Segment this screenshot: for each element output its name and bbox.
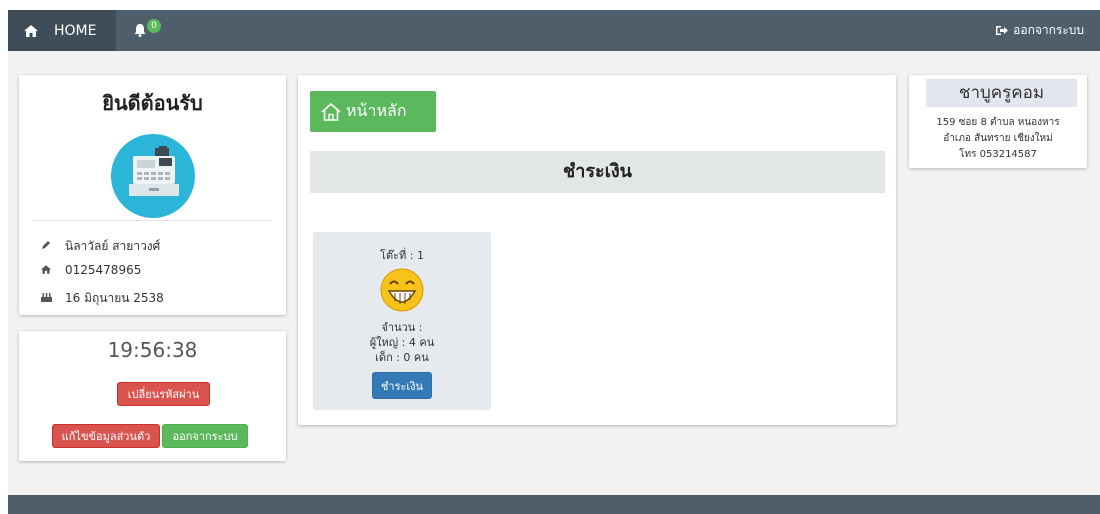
pay-button[interactable]: ชำระเงิน (372, 372, 432, 399)
cake-icon (41, 292, 65, 305)
profile-name: นิลาวัลย์ สายาวงศ์ (65, 239, 161, 253)
section-title: ชำระเงิน (310, 151, 885, 193)
edit-profile-button[interactable]: แก้ไขข้อมูลส่วนตัว (52, 424, 160, 448)
bell-icon (134, 24, 146, 37)
cash-register-icon (129, 146, 179, 196)
footer-bar (8, 495, 1100, 514)
clock-time: 19:56:38 (107, 338, 198, 362)
logout-nav-label: ออกจากระบบ (1013, 23, 1084, 37)
profile-card: ยินดีต้อนรับ นิลาวัลย์ สายาวงศ์ 01254789… (19, 75, 286, 315)
pencil-icon (41, 240, 65, 253)
grinning-face-icon (380, 268, 424, 312)
logout-button[interactable]: ออกจากระบบ (162, 424, 248, 448)
shop-name: ชาบูครูคอม (926, 79, 1077, 107)
shop-info-card: ชาบูครูคอม 159 ซอย 8 ตำบล หนองหาร อำเภอ … (909, 75, 1087, 168)
notification-button[interactable]: 0 (134, 10, 161, 51)
top-navbar: HOME 0 ออกจากระบบ (8, 10, 1100, 51)
shop-phone: โทร 053214587 (959, 149, 1037, 160)
app-frame: HOME 0 ออกจากระบบ ยินดีต้อนรับ นิลาวัลย์… (8, 10, 1100, 514)
notification-badge: 0 (147, 18, 161, 33)
profile-name-row: นิลาวัลย์ สายาวงศ์ (41, 237, 160, 256)
house-outline-icon (321, 102, 341, 121)
home-button-label: หน้าหลัก (346, 101, 407, 120)
shop-address-line1: 159 ซอย 8 ตำบล หนองหาร (936, 117, 1060, 128)
profile-divider (33, 220, 272, 221)
welcome-heading: ยินดีต้อนรับ (102, 91, 203, 115)
change-password-button[interactable]: เปลี่ยนรหัสผ่าน (117, 382, 210, 406)
profile-birthday-row: 16 มิถุนายน 2538 (41, 289, 164, 308)
home-nav-link[interactable]: HOME (8, 10, 116, 51)
clock-card: 19:56:38 เปลี่ยนรหัสผ่าน แก้ไขข้อมูลส่วน… (19, 331, 286, 461)
home-icon (24, 24, 38, 37)
shop-address-line2: อำเภอ สันทราย เชียงใหม่ (943, 133, 1053, 144)
profile-phone-row: 0125478965 (41, 263, 141, 277)
table-card: โต๊ะที่ : 1 จำนวน : ผู้ใหญ่ : 4 คน เด็ก … (313, 232, 491, 410)
logout-nav-link[interactable]: ออกจากระบบ (996, 10, 1084, 51)
table-number: โต๊ะที่ : 1 (380, 249, 424, 262)
home-button[interactable]: หน้าหลัก (310, 91, 436, 132)
profile-phone: 0125478965 (65, 263, 142, 277)
main-panel: หน้าหลัก ชำระเงิน โต๊ะที่ : 1 จำนวน : ผู… (298, 75, 896, 425)
home-icon (41, 264, 65, 277)
profile-birthday: 16 มิถุนายน 2538 (65, 291, 164, 305)
child-count: เด็ก : 0 คน (375, 351, 429, 364)
avatar (111, 134, 195, 218)
sign-out-icon (996, 26, 1009, 35)
home-nav-label: HOME (54, 22, 97, 39)
